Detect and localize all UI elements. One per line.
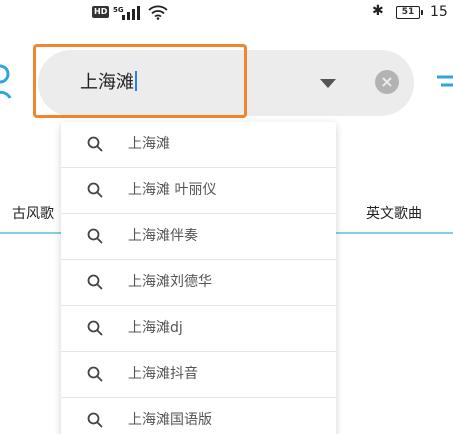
search-icon xyxy=(87,366,103,382)
search-icon xyxy=(87,412,103,428)
suggestion-label: 上海滩抖音 xyxy=(128,366,198,382)
suggestion-item[interactable]: 上海滩dj xyxy=(61,306,336,352)
suggestion-item[interactable]: 上海滩刘德华 xyxy=(61,260,336,306)
menu-icon[interactable] xyxy=(437,74,453,88)
suggestion-item[interactable]: 上海滩伴奏 xyxy=(61,214,336,260)
search-icon xyxy=(87,274,103,290)
signal-icon xyxy=(122,6,144,20)
tab-underline xyxy=(0,232,70,234)
wifi-icon xyxy=(148,5,168,20)
suggestion-label: 上海滩刘德华 xyxy=(128,274,212,290)
search-suggestions-list: 上海滩 上海滩 叶丽仪 上海滩伴奏 上海滩刘德华 上海滩dj 上海滩抖音 上海滩… xyxy=(61,122,336,434)
search-icon xyxy=(87,228,103,244)
suggestion-label: 上海滩dj xyxy=(128,320,183,336)
suggestion-label: 上海滩国语版 xyxy=(128,412,212,428)
suggestion-item[interactable]: 上海滩抖音 xyxy=(61,352,336,398)
suggestion-item[interactable]: 上海滩 叶丽仪 xyxy=(61,168,336,214)
suggestion-label: 上海滩 叶丽仪 xyxy=(128,182,217,198)
tab-underline xyxy=(336,232,453,234)
suggestion-label: 上海滩 xyxy=(128,136,170,152)
status-bar: HD 5G ✱ 51 15 xyxy=(0,0,453,30)
search-icon xyxy=(87,136,103,152)
search-input-highlight xyxy=(33,44,247,118)
suggestion-label: 上海滩伴奏 xyxy=(128,228,198,244)
hd-badge: HD xyxy=(92,6,110,18)
chevron-down-icon[interactable] xyxy=(320,79,336,88)
suggestion-item[interactable]: 上海滩 xyxy=(61,122,336,168)
user-icon[interactable] xyxy=(0,62,12,102)
suggestion-item[interactable]: 上海滩国语版 xyxy=(61,398,336,434)
tab-category-right[interactable]: 英文歌曲 xyxy=(366,204,422,224)
clock: 15 xyxy=(430,4,448,20)
search-icon xyxy=(87,182,103,198)
search-icon xyxy=(87,320,103,336)
battery-icon: 51 xyxy=(396,6,423,19)
bluetooth-icon: ✱ xyxy=(372,3,384,19)
tab-category-left[interactable]: 古风歌 xyxy=(12,204,54,224)
close-icon[interactable]: × xyxy=(375,70,399,94)
